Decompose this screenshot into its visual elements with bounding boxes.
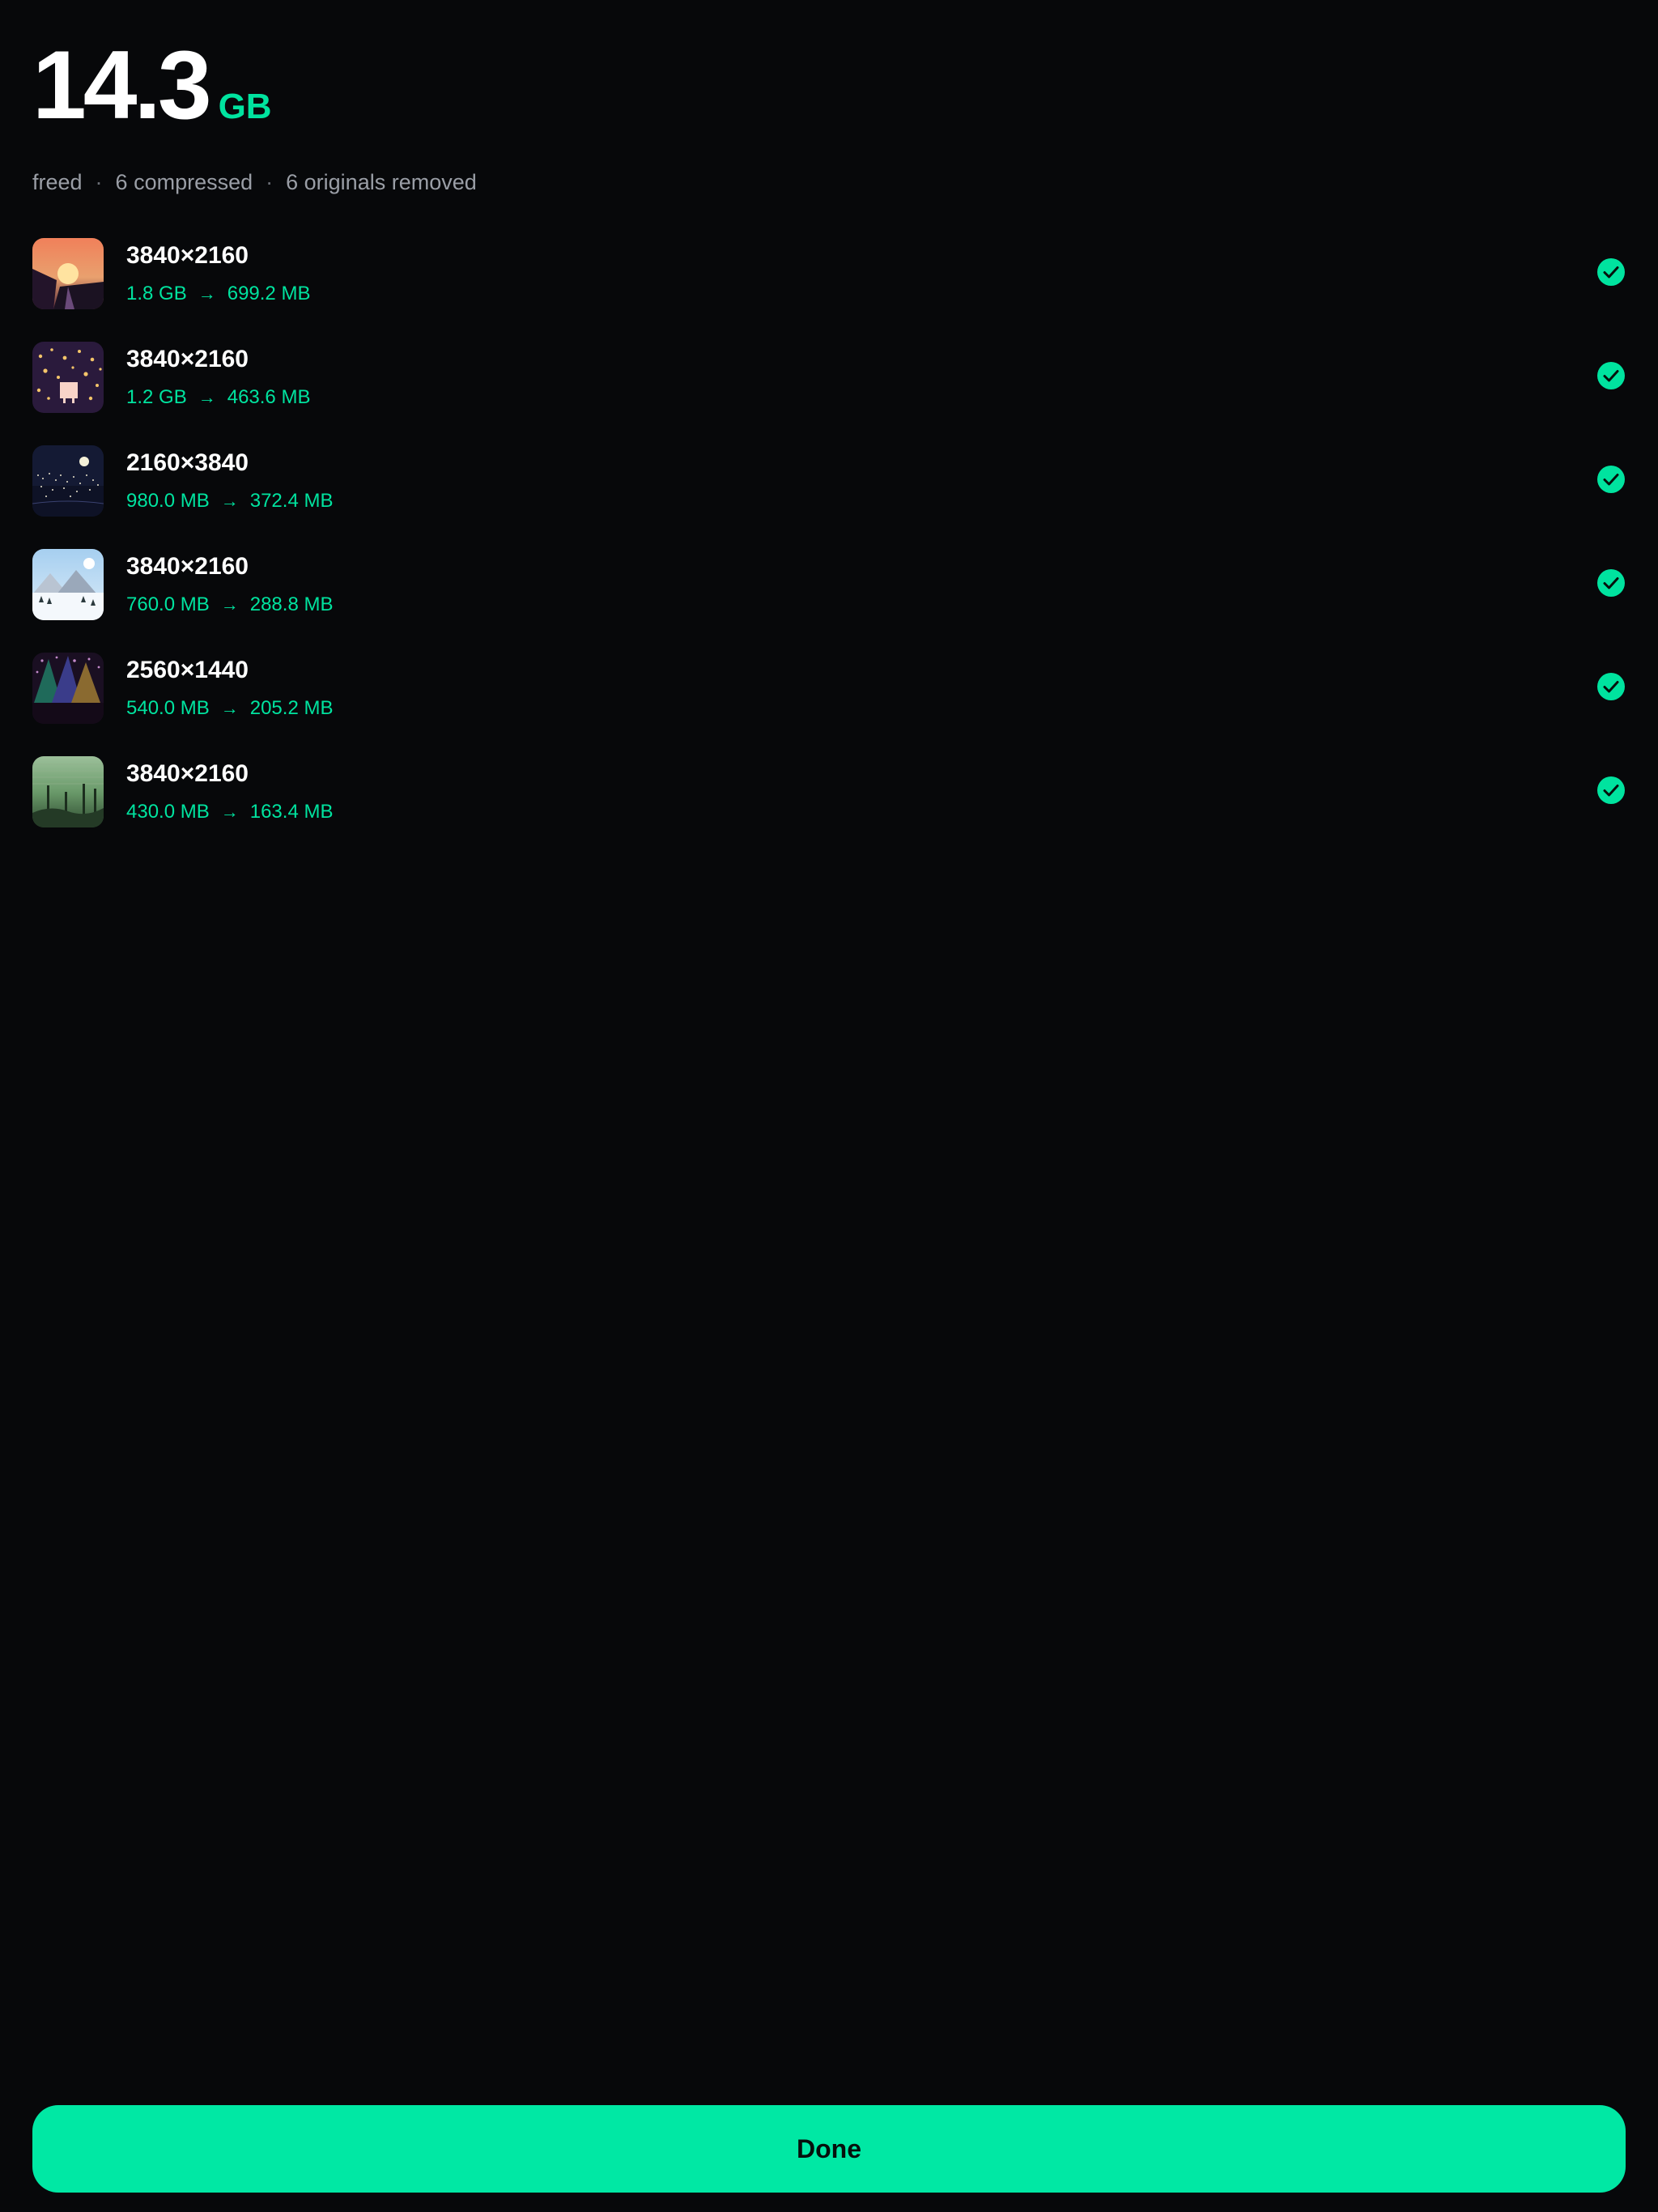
- compressed-size: 205.2 MB: [249, 697, 334, 719]
- check-circle-icon: [1596, 776, 1626, 805]
- compressed-size: 372.4 MB: [249, 490, 334, 512]
- check-circle-icon: [1596, 257, 1626, 287]
- summary-stats: freed · 6 compressed · 6 originals remov…: [32, 168, 1619, 196]
- done-button[interactable]: Done: [32, 2105, 1626, 2193]
- list-item: 3840×2160 1.2 GB → 463.6 MB: [32, 342, 1626, 445]
- total-freed-value: 14.3: [32, 31, 212, 139]
- original-size: 430.0 MB: [126, 801, 210, 823]
- original-size: 1.8 GB: [126, 283, 187, 304]
- check-circle-icon: [1596, 568, 1626, 598]
- list-item: 3840×2160 1.8 GB → 699.2 MB: [32, 238, 1626, 342]
- green-forest-thumbnail: [32, 756, 104, 827]
- compression-results-screen: 14.3 GB freed · 6 compressed · 6 origina…: [0, 0, 1658, 2212]
- file-resolution: 3840×2160: [126, 242, 249, 269]
- file-resolution: 3840×2160: [126, 346, 249, 372]
- file-size-change: 430.0 MB → 163.4 MB: [126, 800, 333, 824]
- summary-header: 14.3 GB freed · 6 compressed · 6 origina…: [32, 32, 1619, 196]
- file-size-change: 540.0 MB → 205.2 MB: [126, 696, 333, 721]
- compressed-size: 163.4 MB: [249, 801, 334, 823]
- original-size: 540.0 MB: [126, 697, 210, 719]
- freed-label: freed: [32, 169, 83, 194]
- separator-dot: ·: [95, 169, 103, 194]
- original-size: 760.0 MB: [126, 593, 210, 615]
- list-item: 3840×2160 760.0 MB → 288.8 MB: [32, 549, 1626, 653]
- arrow-right-icon: →: [220, 594, 239, 615]
- list-item: 3840×2160 430.0 MB → 163.4 MB: [32, 756, 1626, 860]
- file-size-change: 1.2 GB → 463.6 MB: [126, 385, 310, 410]
- list-item: 2560×1440 540.0 MB → 205.2 MB: [32, 653, 1626, 756]
- total-freed-unit: GB: [218, 87, 272, 126]
- file-size-change: 1.8 GB → 699.2 MB: [126, 282, 310, 306]
- originals-removed-count: 6 originals removed: [286, 169, 477, 194]
- file-resolution: 2160×3840: [126, 449, 249, 476]
- arrow-right-icon: →: [220, 698, 239, 718]
- file-resolution: 3840×2160: [126, 760, 249, 787]
- arrow-right-icon: →: [220, 491, 239, 511]
- file-size-change: 760.0 MB → 288.8 MB: [126, 593, 333, 617]
- separator-dot: ·: [266, 169, 274, 194]
- original-size: 980.0 MB: [126, 490, 210, 512]
- total-freed: 14.3 GB: [32, 32, 1619, 138]
- sunset-cliff-thumbnail: [32, 238, 104, 309]
- file-size-change: 980.0 MB → 372.4 MB: [126, 489, 333, 513]
- compressed-count: 6 compressed: [115, 169, 253, 194]
- night-city-moon-thumbnail: [32, 445, 104, 517]
- check-circle-icon: [1596, 465, 1626, 494]
- list-item: 2160×3840 980.0 MB → 372.4 MB: [32, 445, 1626, 549]
- original-size: 1.2 GB: [126, 386, 187, 408]
- check-circle-icon: [1596, 672, 1626, 701]
- arrow-right-icon: →: [220, 802, 239, 822]
- arrow-right-icon: →: [198, 283, 216, 304]
- arrow-right-icon: →: [198, 387, 216, 407]
- compressed-file-list: 3840×2160 1.8 GB → 699.2 MB 3840×2160 1.…: [32, 238, 1626, 860]
- check-circle-icon: [1596, 361, 1626, 390]
- compressed-size: 288.8 MB: [249, 593, 334, 615]
- file-resolution: 3840×2160: [126, 553, 249, 580]
- colorful-trees-thumbnail: [32, 653, 104, 724]
- file-resolution: 2560×1440: [126, 657, 249, 683]
- snowy-mountains-thumbnail: [32, 549, 104, 620]
- night-lanterns-thumbnail: [32, 342, 104, 413]
- compressed-size: 699.2 MB: [227, 283, 311, 304]
- compressed-size: 463.6 MB: [227, 386, 311, 408]
